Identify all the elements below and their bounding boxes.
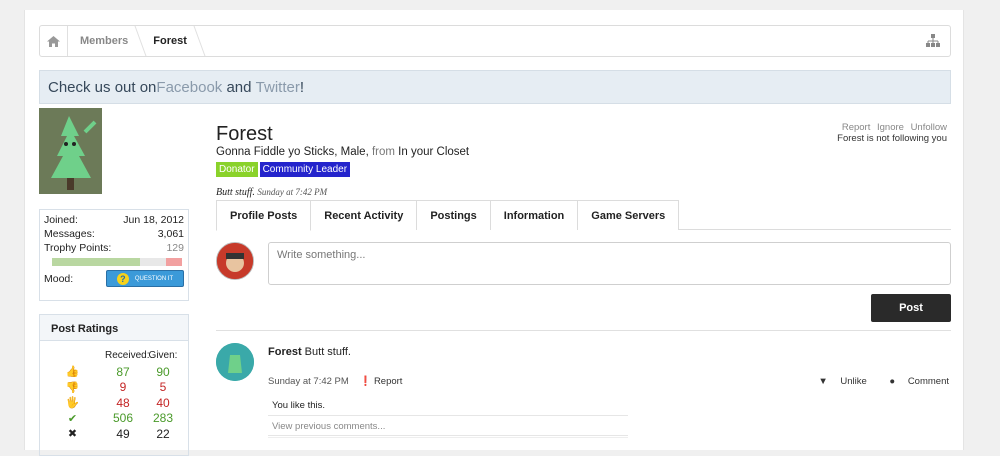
mood-row: Mood: ? QUESTION IT	[44, 270, 184, 287]
comment-icon: ●	[889, 376, 896, 387]
message-meta: Sunday at 7:42 PM ❗ Report	[268, 376, 402, 387]
twitter-link[interactable]: Twitter	[256, 79, 300, 96]
likes-summary: You like this.	[268, 396, 628, 416]
message-time[interactable]: Sunday at 7:42 PM	[268, 376, 349, 387]
current-user-avatar[interactable]	[216, 242, 254, 280]
thumbs-down-icon[interactable]: 👎	[40, 381, 105, 394]
comment-stub	[268, 437, 628, 456]
profile-avatar[interactable]	[39, 108, 102, 194]
notice-suffix: !	[299, 78, 305, 96]
donator-badge: Donator	[216, 162, 258, 177]
page-container: Members Forest Check us out on Facebook …	[24, 10, 964, 456]
stat-value[interactable]: 129	[166, 241, 184, 255]
tab-information[interactable]: Information	[489, 200, 579, 230]
rating-given[interactable]: 90	[141, 365, 185, 379]
unlike-button[interactable]: ▼ Unlike	[808, 376, 866, 387]
rating-received[interactable]: 87	[105, 365, 141, 379]
rating-row: 👎 9 5	[40, 380, 188, 396]
rating-received[interactable]: 9	[105, 380, 141, 394]
stat-trophy-points: Trophy Points: 129	[44, 241, 184, 255]
divider	[216, 330, 951, 331]
mood-button[interactable]: ? QUESTION IT	[106, 270, 184, 287]
ignore-link[interactable]: Ignore	[877, 122, 904, 133]
ratings-header: Received: Given:	[40, 350, 188, 364]
home-icon[interactable]	[40, 26, 68, 56]
profile-subtitle: Gonna Fiddle yo Sticks, Male, from In yo…	[216, 146, 469, 158]
stat-label: Joined:	[44, 214, 78, 226]
stat-value[interactable]: 3,061	[158, 227, 184, 241]
received-header: Received:	[105, 350, 150, 361]
breadcrumb-current[interactable]: Forest	[141, 26, 199, 56]
profile-status: Butt stuff. Sunday at 7:42 PM	[216, 187, 327, 198]
tab-postings[interactable]: Postings	[416, 200, 491, 230]
sitemap-icon[interactable]	[926, 34, 940, 50]
notice-prefix: Check us out on	[48, 78, 157, 96]
rating-row: ✔ 506 283	[40, 411, 188, 427]
notice-and: and	[222, 78, 256, 96]
community-leader-badge: Community Leader	[259, 162, 351, 177]
cross-icon[interactable]: ✖	[40, 427, 105, 440]
rating-given[interactable]: 283	[141, 411, 185, 425]
stat-messages: Messages: 3,061	[44, 227, 184, 241]
comment-button[interactable]: ● Comment	[879, 376, 949, 387]
stat-label: Messages:	[44, 228, 95, 240]
profile-post-input[interactable]: Write something...	[268, 242, 951, 285]
rating-received[interactable]: 49	[105, 427, 141, 441]
warning-icon: ❗	[359, 376, 372, 387]
breadcrumb-members[interactable]: Members	[68, 26, 140, 56]
mood-button-label: QUESTION IT	[134, 275, 174, 282]
rating-given[interactable]: 22	[141, 427, 185, 441]
mood-label: Mood:	[44, 272, 74, 285]
stat-value: Jun 18, 2012	[123, 214, 184, 226]
profile-title: Gonna Fiddle yo Sticks, Male,	[216, 146, 369, 158]
follow-status: Forest is not following you	[837, 133, 947, 144]
report-link[interactable]: Report	[842, 122, 871, 133]
rating-row: 🖐 48 40	[40, 395, 188, 411]
post-button[interactable]: Post	[871, 294, 951, 322]
thumbs-up-icon[interactable]: 👍	[40, 365, 105, 378]
rating-received[interactable]: 506	[105, 411, 141, 425]
status-time[interactable]: Sunday at 7:42 PM	[257, 187, 327, 197]
unfollow-link[interactable]: Unfollow	[911, 122, 947, 133]
question-icon: ?	[116, 272, 129, 285]
message-body: Forest Butt stuff.	[268, 346, 351, 358]
profile-location[interactable]: In your Closet	[398, 146, 469, 158]
rating-given[interactable]: 40	[141, 396, 185, 410]
breadcrumb: Members Forest	[39, 25, 951, 57]
thumbs-down-icon: ▼	[818, 376, 828, 387]
message-report[interactable]: ❗ Report	[359, 376, 402, 387]
given-header: Given:	[148, 350, 178, 361]
stat-joined: Joined: Jun 18, 2012	[44, 213, 184, 227]
message-text: Butt stuff.	[301, 346, 351, 358]
dislike-hand-icon[interactable]: 🖐	[40, 396, 105, 409]
rating-given[interactable]: 5	[141, 380, 185, 394]
from-label: from	[368, 146, 399, 158]
rating-row: ✖ 49 22	[40, 426, 188, 442]
profile-name: Forest	[216, 123, 273, 145]
rating-row: 👍 87 90	[40, 364, 188, 380]
stat-label: Trophy Points:	[44, 242, 112, 254]
member-stats: Joined: Jun 18, 2012 Messages: 3,061 Tro…	[39, 209, 189, 301]
message-author-avatar[interactable]	[216, 343, 254, 381]
tab-profile-posts[interactable]: Profile Posts	[216, 200, 312, 231]
rating-received[interactable]: 48	[105, 396, 141, 410]
tab-game-servers[interactable]: Game Servers	[577, 200, 680, 230]
tab-recent-activity[interactable]: Recent Activity	[310, 200, 418, 230]
post-ratings: Received: Given: 👍 87 90 👎 9 5 🖐 48 40 ✔ 506 283 ✖ 49…	[39, 340, 189, 456]
message-author[interactable]: Forest	[268, 346, 302, 358]
profile-actions: Report Ignore Unfollow Forest is not fol…	[837, 122, 947, 144]
profile-tabs: Profile Posts Recent Activity Postings I…	[216, 200, 951, 231]
message-actions: ▼ Unlike ● Comment	[798, 376, 949, 387]
trophy-progress-bar	[52, 258, 182, 266]
checkmark-icon[interactable]: ✔	[40, 412, 105, 425]
post-ratings-title: Post Ratings	[39, 314, 189, 340]
user-badges: Donator Community Leader	[216, 162, 351, 177]
status-text: Butt stuff.	[216, 187, 255, 198]
facebook-link[interactable]: Facebook	[156, 79, 222, 96]
view-previous-comments[interactable]: View previous comments...	[268, 417, 628, 436]
social-notice: Check us out on Facebook and Twitter !	[39, 70, 951, 104]
